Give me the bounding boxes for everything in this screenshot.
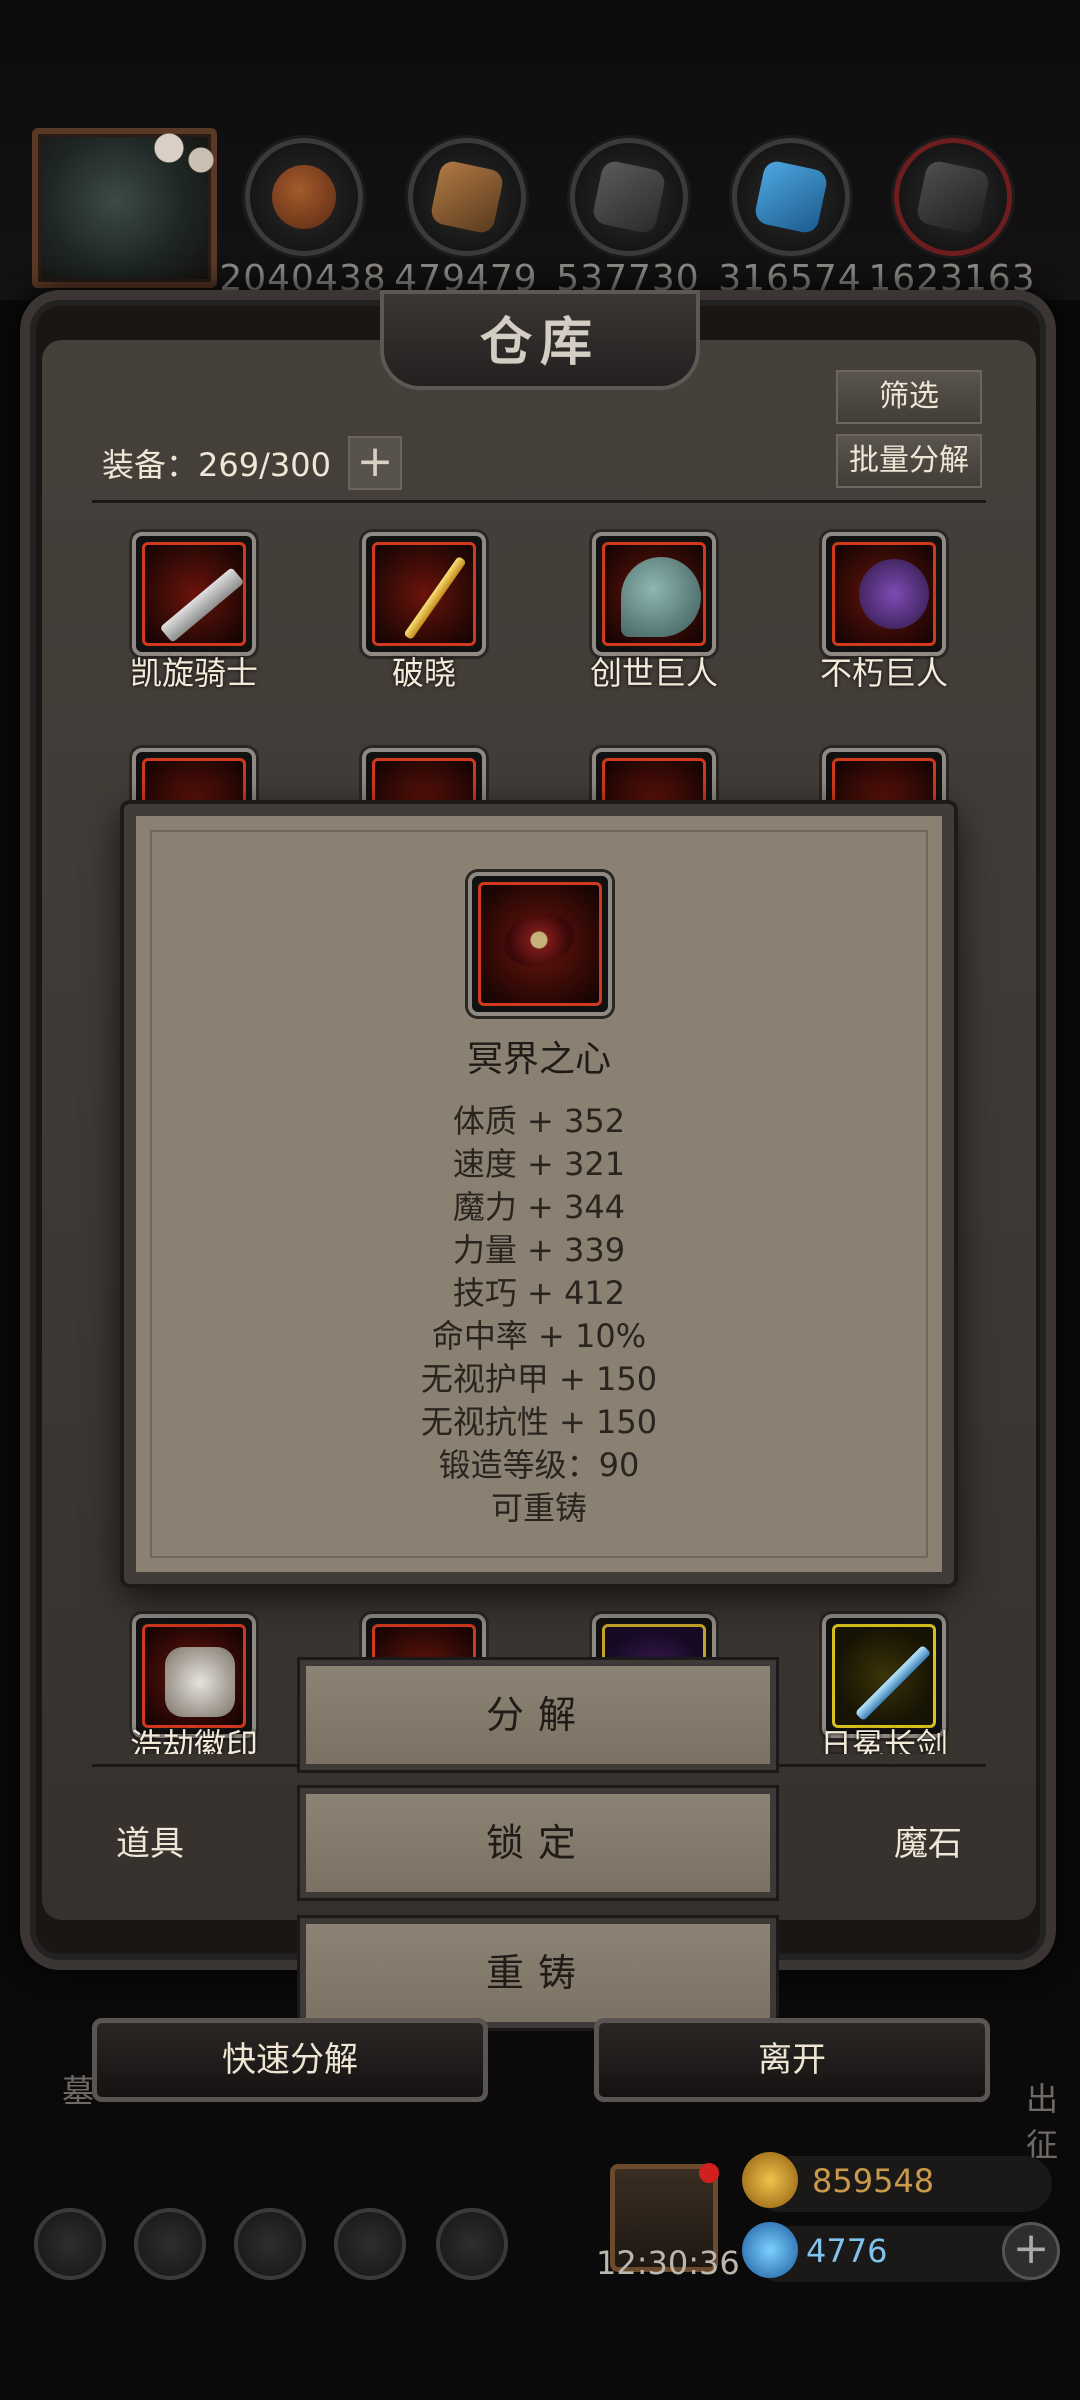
tab-magic-stones[interactable]: 魔石 (894, 1816, 962, 1865)
stat-line: 魔力 + 344 (452, 1188, 626, 1226)
top-resource-bar: 2040438 479479 537730 316574 1623163 (0, 0, 1080, 300)
lock-button[interactable]: 锁定 (300, 1788, 776, 1898)
expand-capacity-button[interactable]: + (348, 436, 402, 490)
recast-button[interactable]: 重铸 (300, 1918, 776, 2028)
mail-icon[interactable] (334, 2208, 406, 2280)
item-label: 破晓 (391, 654, 456, 692)
tab-items[interactable]: 道具 (116, 1816, 184, 1865)
stat-line: 体质 + 352 (452, 1102, 626, 1140)
item-detail-name: 冥界之心 (466, 1039, 611, 1080)
leave-button[interactable]: 离开 (594, 2018, 990, 2102)
greatsword-icon (159, 567, 243, 643)
stat-line: 无视护甲 + 150 (420, 1360, 658, 1398)
seal-icon (165, 1647, 235, 1717)
gold-amount: 859548 (812, 2162, 935, 2200)
guild-icon[interactable] (234, 2208, 306, 2280)
item-detail-icon (468, 872, 612, 1016)
gold-coin-icon (742, 2152, 798, 2208)
resource-steel-icon[interactable] (894, 138, 1012, 256)
stat-line: 锻造等级：90 (438, 1446, 640, 1484)
golden-sword-icon (403, 555, 467, 641)
achievements-icon[interactable] (134, 2208, 206, 2280)
item-slot-triumph-knight[interactable] (132, 532, 256, 656)
item-label: 浩劫徽印 (129, 1726, 258, 1754)
add-currency-button[interactable]: + (1002, 2222, 1060, 2280)
resource-wood-icon[interactable] (408, 138, 526, 256)
avatar-frame-flowers (145, 124, 225, 184)
resource-crystal-icon[interactable] (732, 138, 850, 256)
warehouse-title: 仓库 (479, 312, 600, 373)
item-slot-genesis-giant[interactable] (592, 532, 716, 656)
item-slot-immortal-giant[interactable] (822, 532, 946, 656)
shop-icon[interactable] (436, 2208, 508, 2280)
item-label: 凯旋骑士 (129, 654, 258, 692)
item-label: 创世巨人 (589, 654, 718, 692)
stat-line: 力量 + 339 (452, 1231, 626, 1269)
stat-line: 可重铸 (490, 1489, 587, 1527)
batch-decompose-button[interactable]: 批量分解 (836, 434, 982, 488)
stat-line: 无视抗性 + 150 (420, 1403, 658, 1441)
player-avatar[interactable] (32, 124, 225, 288)
stat-line: 技巧 + 412 (452, 1274, 626, 1312)
resource-ore-icon[interactable] (245, 138, 363, 256)
stat-line: 速度 + 321 (452, 1145, 626, 1183)
item-slot-dawn[interactable] (362, 532, 486, 656)
battle-axe-icon (621, 557, 701, 637)
background-label: 出征 (1026, 2080, 1059, 2164)
countdown-timer: 12:30:36 (596, 2244, 740, 2282)
gem-icon (742, 2222, 798, 2278)
decompose-button[interactable]: 分解 (300, 1660, 776, 1770)
item-label: 日冕长剑 (819, 1726, 948, 1754)
background-label: 墓 (62, 2072, 95, 2110)
item-label: 不朽巨人 (819, 654, 948, 692)
item-stats: 体质 + 352 速度 + 321 魔力 + 344 力量 + 339 技巧 +… (124, 1100, 954, 1530)
scepter-icon (859, 559, 929, 629)
netherworld-heart-icon (497, 906, 581, 974)
resource-iron-icon[interactable] (570, 138, 688, 256)
divider (92, 500, 986, 503)
equipment-capacity: 装备：269/300 (102, 446, 331, 484)
settings-icon[interactable] (34, 2208, 106, 2280)
longsword-icon (854, 1644, 932, 1722)
quick-decompose-button[interactable]: 快速分解 (92, 2018, 488, 2102)
stat-line: 命中率 + 10% (431, 1317, 647, 1355)
gem-amount: 4776 (806, 2232, 888, 2270)
filter-button[interactable]: 筛选 (836, 370, 982, 424)
